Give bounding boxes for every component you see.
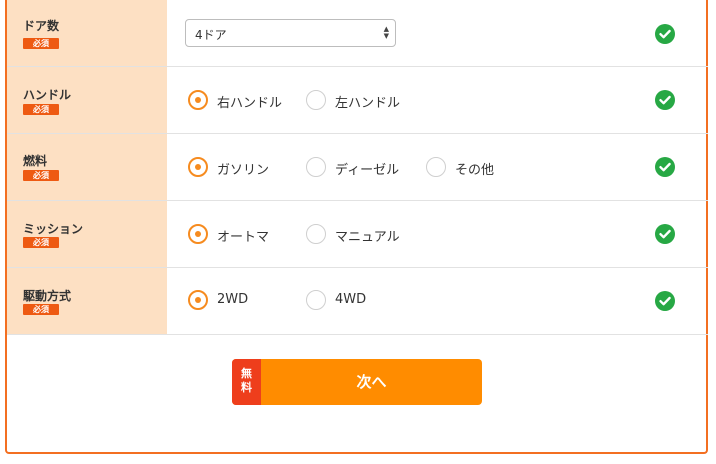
row-label-cell: ハンドル 必須	[7, 67, 167, 133]
radio-label: 右ハンドル	[217, 96, 283, 111]
free-badge-line1: 無	[241, 367, 252, 380]
row-label: ドア数	[23, 19, 60, 33]
required-badge: 必須	[23, 104, 59, 115]
radio-button[interactable]	[306, 290, 326, 310]
radio-label: オートマ	[217, 230, 270, 245]
radio-label: ガソリン	[217, 163, 270, 178]
radio-label: 4WD	[335, 292, 367, 307]
required-badge: 必須	[23, 38, 59, 49]
radio-button-selected[interactable]	[188, 157, 208, 177]
row-label-cell: ドア数 必須	[7, 0, 167, 66]
check-circle-icon	[655, 224, 675, 244]
form-row-fuel: 燃料 必須 ガソリン ディーゼル その他	[7, 134, 708, 201]
radio-label: ディーゼル	[335, 163, 400, 178]
form-row-doors: ドア数 必須 4ドア ▲ ▼	[7, 0, 708, 67]
radio-button-selected[interactable]	[188, 90, 208, 110]
check-circle-icon	[655, 90, 675, 110]
form-row-transmission: ミッション 必須 オートマ マニュアル	[7, 201, 708, 268]
row-label: ミッション	[23, 222, 84, 236]
check-circle-icon	[655, 291, 675, 311]
select-arrows-icon: ▲ ▼	[383, 25, 389, 40]
radio-button[interactable]	[306, 90, 326, 110]
radio-label: その他	[455, 163, 495, 178]
doors-select[interactable]: 4ドア ▲ ▼	[185, 19, 396, 47]
required-badge: 必須	[23, 304, 59, 315]
row-label-cell: 燃料 必須	[7, 134, 167, 200]
row-label: 燃料	[23, 154, 48, 168]
radio-label: 左ハンドル	[335, 96, 401, 111]
row-label-cell: ミッション 必須	[7, 201, 167, 267]
next-button[interactable]: 無 料 次へ	[232, 359, 482, 405]
row-label: 駆動方式	[23, 289, 72, 303]
radio-button[interactable]	[306, 224, 326, 244]
required-badge: 必須	[23, 170, 59, 181]
check-circle-icon	[655, 157, 675, 177]
radio-label: マニュアル	[335, 230, 400, 245]
radio-label: 2WD	[217, 292, 249, 307]
form-row-handle: ハンドル 必須 右ハンドル 左ハンドル	[7, 67, 708, 134]
next-button-label: 次へ	[356, 373, 387, 391]
radio-button-selected[interactable]	[188, 224, 208, 244]
free-badge-line2: 料	[241, 381, 252, 394]
form-row-drive: 駆動方式 必須 2WD 4WD	[7, 268, 708, 335]
row-label-cell: 駆動方式 必須	[7, 268, 167, 334]
required-badge: 必須	[23, 237, 59, 248]
free-badge: 無 料	[232, 359, 261, 405]
radio-button[interactable]	[426, 157, 446, 177]
check-circle-icon	[655, 24, 675, 44]
select-value: 4ドア	[195, 28, 227, 42]
row-label: ハンドル	[23, 88, 72, 102]
radio-button[interactable]	[306, 157, 326, 177]
radio-button-selected[interactable]	[188, 290, 208, 310]
